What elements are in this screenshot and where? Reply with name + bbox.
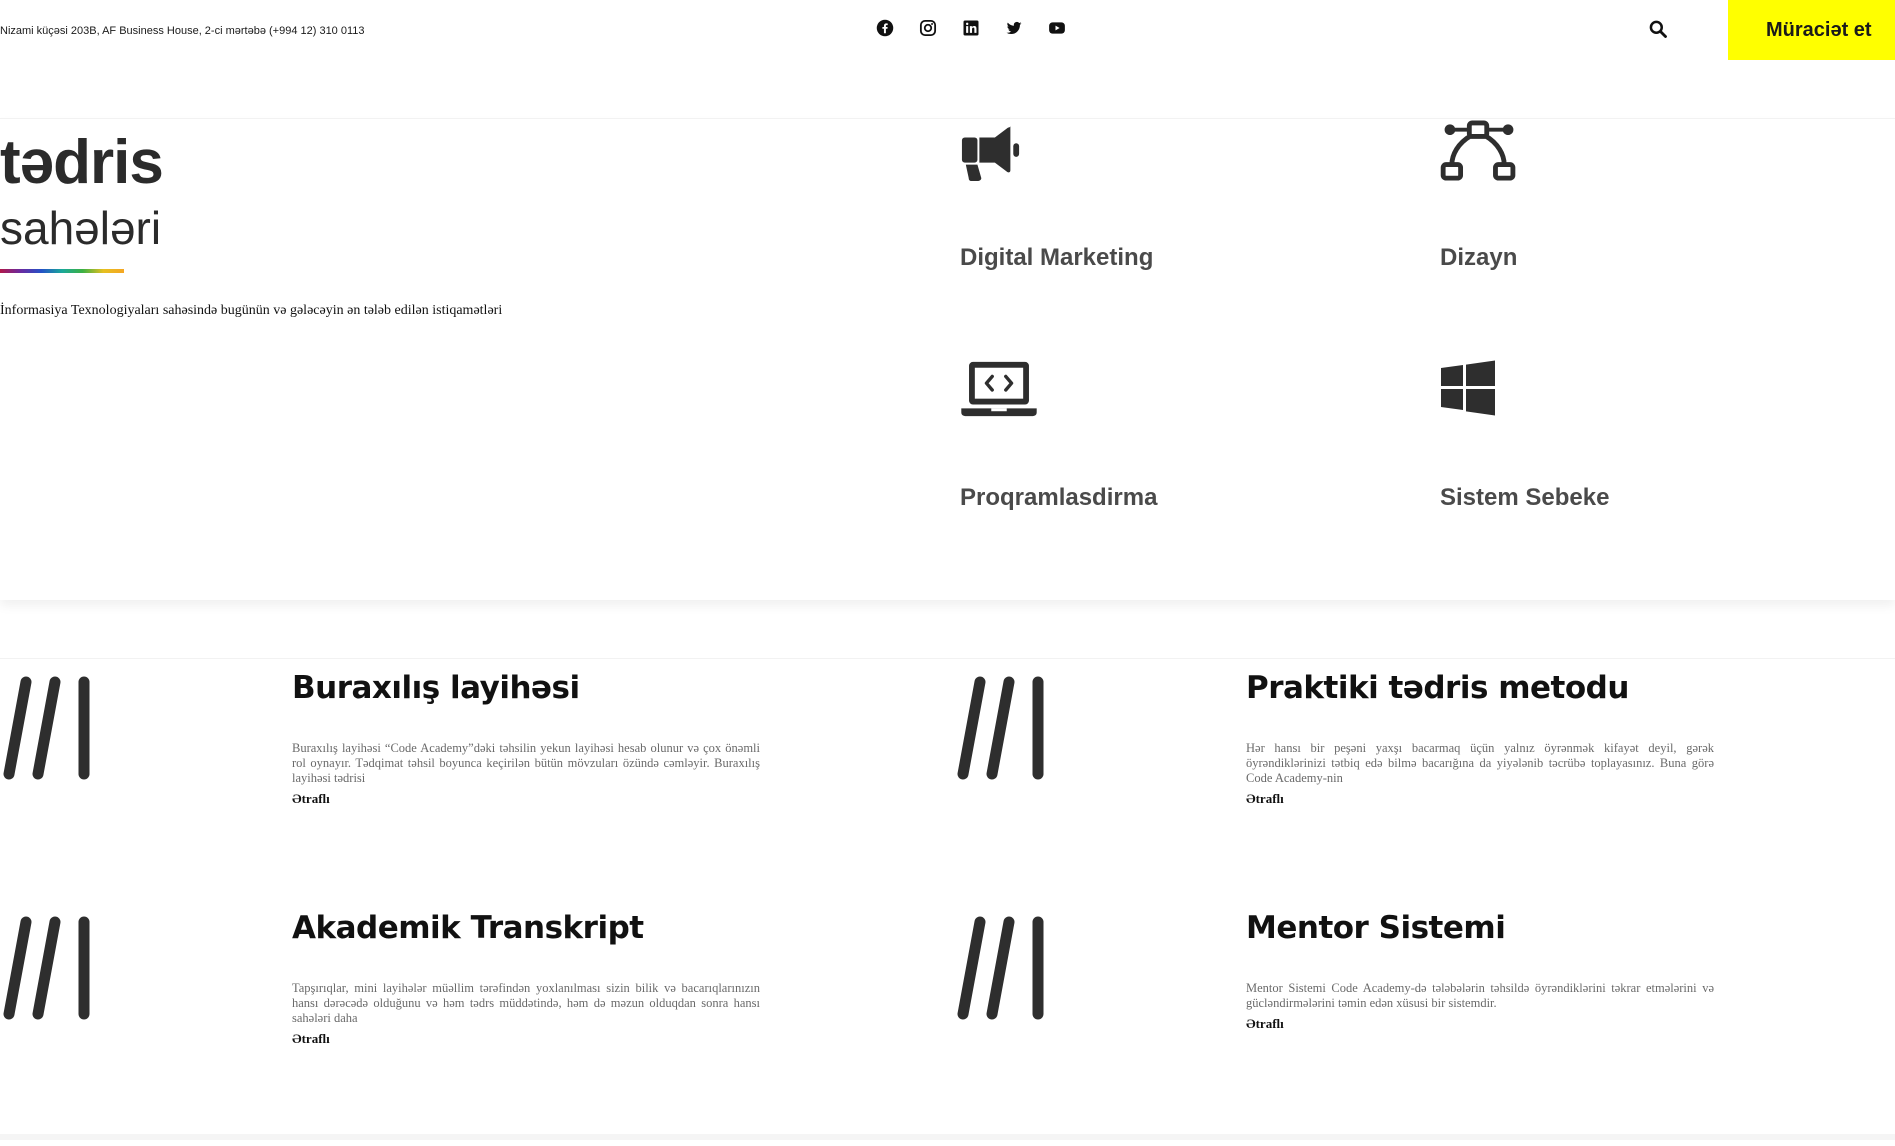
search-icon[interactable] xyxy=(1648,19,1668,39)
twitter-icon[interactable] xyxy=(1005,19,1023,37)
feature-card-mentor-system: Mentor Sistemi Mentor Sistemi Code Acade… xyxy=(954,898,1724,1058)
more-link[interactable]: Ətraflı xyxy=(292,1031,330,1047)
area-label: Dizayn xyxy=(1440,244,1518,271)
feature-description: Tapşırıqlar, mini layihələr müəllim tərə… xyxy=(292,981,760,1025)
area-card-sistem-sebeke[interactable]: Sistem Sebeke xyxy=(1440,360,1740,530)
feature-description: Buraxılış layihəsi “Code Academy”dəki tə… xyxy=(292,741,760,785)
instagram-icon[interactable] xyxy=(919,19,937,37)
social-links xyxy=(876,19,1091,37)
megaphone-icon xyxy=(960,120,1040,182)
windows-icon xyxy=(1440,360,1520,422)
area-card-digital-marketing[interactable]: Digital Marketing xyxy=(960,120,1260,290)
more-link[interactable]: Ətraflı xyxy=(1246,1016,1284,1032)
area-label: Digital Marketing xyxy=(960,244,1154,271)
code-academy-logo-icon xyxy=(954,674,1050,782)
laptop-code-icon xyxy=(960,360,1040,422)
top-bar: Nizami küçəsi 203B, AF Business House, 2… xyxy=(0,0,1895,60)
area-label: Proqramlasdirma xyxy=(960,484,1158,511)
area-label: Sistem Sebeke xyxy=(1440,484,1610,511)
section-subtitle: İnformasiya Texnologiyaları sahəsində bu… xyxy=(0,303,503,318)
feature-title: Buraxılış layihəsi xyxy=(292,670,580,706)
apply-button[interactable]: Müraciət et xyxy=(1728,0,1895,60)
more-link[interactable]: Ətraflı xyxy=(292,791,330,807)
feature-title: Akademik Transkript xyxy=(292,910,644,946)
contact-address: Nizami küçəsi 203B, AF Business House, 2… xyxy=(0,25,365,37)
more-link[interactable]: Ətraflı xyxy=(1246,791,1284,807)
code-academy-logo-icon xyxy=(954,914,1050,1022)
section-title-light: sahələri xyxy=(0,202,162,254)
feature-card-academic-transcript: Akademik Transkript Tapşırıqlar, mini la… xyxy=(0,898,770,1058)
code-academy-logo-icon xyxy=(0,674,96,782)
area-card-dizayn[interactable]: Dizayn xyxy=(1440,120,1740,290)
feature-title: Praktiki tədris metodu xyxy=(1246,670,1629,706)
area-card-proqramlasdirma[interactable]: Proqramlasdirma xyxy=(960,360,1260,530)
feature-description: Hər hansı bir peşəni yaxşı bacarmaq üçün… xyxy=(1246,741,1714,785)
feature-card-practical-method: Praktiki tədris metodu Hər hansı bir peş… xyxy=(954,658,1724,818)
bezier-curve-icon xyxy=(1440,120,1520,182)
rainbow-divider xyxy=(0,269,124,273)
feature-card-graduation-project: Buraxılış layihəsi Buraxılış layihəsi “C… xyxy=(0,658,770,818)
code-academy-logo-icon xyxy=(0,914,96,1022)
youtube-icon[interactable] xyxy=(1048,19,1066,37)
feature-description: Mentor Sistemi Code Academy-də tələbələr… xyxy=(1246,981,1714,1010)
facebook-icon[interactable] xyxy=(876,19,894,37)
section-title-bold: tədris xyxy=(0,128,164,197)
feature-title: Mentor Sistemi xyxy=(1246,910,1506,946)
linkedin-icon[interactable] xyxy=(962,19,980,37)
